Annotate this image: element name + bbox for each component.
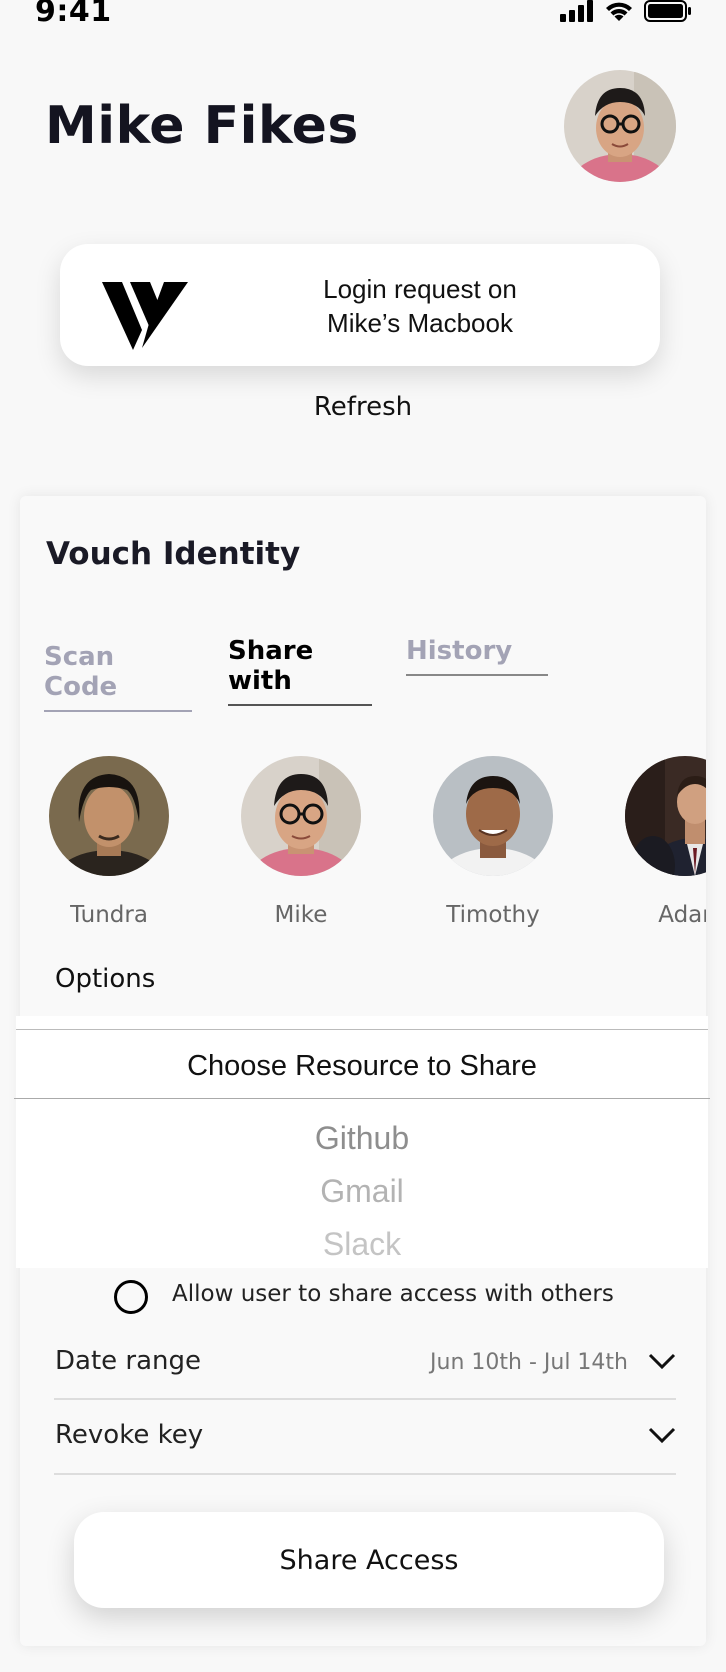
share-access-button[interactable]: Share Access [74, 1512, 664, 1608]
picker-option-github[interactable]: Github [16, 1120, 708, 1157]
profile-avatar[interactable] [564, 70, 676, 182]
allow-share-radio[interactable] [114, 1280, 148, 1314]
avatar [433, 756, 553, 876]
battery-icon [644, 0, 691, 22]
divider [54, 1473, 676, 1475]
contact-name: Timothy [446, 902, 540, 928]
divider [54, 1398, 676, 1400]
contacts-carousel[interactable]: Tundra Mike Timothy Ada [20, 752, 706, 942]
picker-title: Choose Resource to Share [187, 1050, 537, 1082]
allow-share-label: Allow user to share access with others [172, 1281, 614, 1307]
status-bar: 9:41 [0, 0, 726, 32]
contact-mike[interactable]: Mike [226, 752, 376, 928]
login-request-text: Login request on Mike’s Macbook [220, 272, 620, 340]
picker-option-gmail[interactable]: Gmail [16, 1173, 708, 1210]
revoke-key-label: Revoke key [55, 1420, 204, 1450]
chevron-down-icon[interactable] [648, 1426, 676, 1444]
date-range-label: Date range [55, 1346, 202, 1376]
vouch-logo-icon [102, 282, 188, 350]
picker-divider [14, 1098, 710, 1099]
chevron-down-icon[interactable] [648, 1352, 676, 1370]
profile-photo [564, 70, 676, 182]
status-time: 9:41 [35, 0, 112, 29]
tab-history[interactable]: History [406, 636, 548, 676]
date-range-value[interactable]: Jun 10th - Jul 14th [430, 1350, 628, 1375]
login-request-card[interactable]: Login request on Mike’s Macbook [60, 244, 660, 366]
contact-name: Adar [658, 902, 706, 928]
contact-timothy[interactable]: Timothy [418, 752, 568, 928]
avatar [241, 756, 361, 876]
picker-option-slack[interactable]: Slack [16, 1226, 708, 1263]
panel-title: Vouch Identity [46, 536, 301, 572]
page-title: Mike Fikes [45, 96, 359, 156]
avatar [625, 756, 706, 876]
contact-name: Tundra [70, 902, 148, 928]
avatar [49, 756, 169, 876]
status-icons [560, 0, 692, 22]
tab-share-with[interactable]: Share with [228, 636, 372, 706]
options-label: Options [55, 964, 156, 994]
tab-scan-code[interactable]: Scan Code [44, 642, 192, 712]
refresh-link[interactable]: Refresh [0, 392, 726, 422]
contact-tundra[interactable]: Tundra [34, 752, 184, 928]
picker-divider [16, 1029, 708, 1030]
signal-icon [560, 0, 593, 22]
contact-adar[interactable]: Adar [610, 752, 706, 928]
login-request-line1: Login request on [323, 274, 517, 304]
wifi-icon [606, 2, 632, 21]
contact-name: Mike [274, 902, 328, 928]
login-request-device: Mike’s Macbook [327, 308, 513, 338]
